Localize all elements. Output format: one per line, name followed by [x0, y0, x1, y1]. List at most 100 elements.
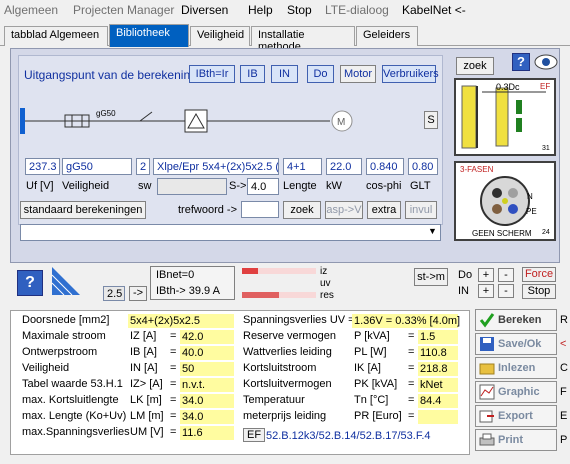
- image1-num: 31: [542, 145, 550, 152]
- bereken-key: R: [560, 314, 568, 326]
- save-key: <: [560, 338, 567, 350]
- verbruikers-button[interactable]: Verbruikers: [382, 65, 439, 83]
- export-button[interactable]: Export: [475, 405, 557, 427]
- sw-field[interactable]: 2: [136, 158, 150, 175]
- source-bar: [20, 108, 25, 134]
- eye-icon[interactable]: [534, 52, 558, 72]
- in-button[interactable]: IN: [271, 65, 298, 83]
- ib-button[interactable]: IB: [240, 65, 265, 83]
- ef-references: 52.B.12k3/52.B.14/52.B.17/53.F.4: [266, 430, 431, 442]
- result-unit: IZ [A]: [130, 330, 157, 342]
- result-value: 84.4: [418, 394, 458, 408]
- force-button[interactable]: Force: [522, 267, 556, 282]
- menu-algemeen[interactable]: Algemeen: [4, 3, 58, 17]
- result-value: n.v.t.: [180, 378, 234, 392]
- do-plus-button[interactable]: +: [478, 268, 494, 282]
- lengte-field[interactable]: 4+1: [283, 158, 322, 175]
- result-value: [418, 410, 458, 424]
- st-m-button[interactable]: st->m: [414, 268, 448, 286]
- inlezen-button[interactable]: Inlezen: [475, 357, 557, 379]
- result-label: Kortsluitvermogen: [243, 378, 332, 390]
- uv-bar: [242, 280, 316, 286]
- export-icon: [479, 408, 495, 424]
- in-plus-button[interactable]: +: [478, 284, 494, 298]
- result-unit: PL [W]: [354, 346, 387, 358]
- result-label: Doorsnede [mm2]: [22, 314, 110, 326]
- stop-button[interactable]: Stop: [522, 284, 556, 299]
- menu-kabelnet[interactable]: KabelNet <-: [402, 3, 466, 17]
- tab-algemeen[interactable]: tabblad Algemeen: [4, 26, 108, 46]
- chevron-down-icon[interactable]: ▼: [428, 226, 437, 236]
- tab-bibliotheek[interactable]: Bibliotheek: [109, 24, 189, 47]
- extra-button[interactable]: extra: [367, 201, 401, 219]
- menu-lte-dialoog[interactable]: LTE-dialoog: [325, 3, 389, 17]
- printer-icon: [479, 432, 495, 448]
- do-minus-button[interactable]: -: [498, 268, 514, 282]
- cosphi-field[interactable]: 0.840: [366, 158, 404, 175]
- equals-sign: =: [170, 330, 177, 342]
- print-key: P: [560, 434, 568, 446]
- result-unit: Tn [°C]: [354, 394, 389, 406]
- result-value: 50: [180, 362, 234, 376]
- image2-n: N: [527, 192, 533, 201]
- menu-help[interactable]: Help: [248, 3, 273, 17]
- result-unit: IN [A]: [130, 362, 158, 374]
- tab-veiligheid[interactable]: Veiligheid: [190, 26, 250, 46]
- tab-geleiders[interactable]: Geleiders: [356, 26, 418, 46]
- menu-diversen[interactable]: Diversen: [181, 3, 228, 17]
- uf-field[interactable]: 237.3: [25, 158, 60, 175]
- kw-field[interactable]: 22.0: [326, 158, 362, 175]
- legend-res: res: [320, 290, 334, 301]
- arrow-button[interactable]: ->: [129, 286, 147, 301]
- motor-button[interactable]: Motor: [340, 65, 376, 83]
- s-button[interactable]: S: [424, 111, 438, 129]
- result-label: meterprijs leiding: [243, 410, 327, 422]
- ibth-ir-button[interactable]: IBth=Ir: [189, 65, 235, 83]
- print-button[interactable]: Print: [475, 429, 557, 451]
- help-icon[interactable]: ?: [17, 270, 43, 296]
- menu-stop[interactable]: Stop: [287, 3, 312, 17]
- graphic-button[interactable]: Graphic: [475, 381, 557, 403]
- s-field[interactable]: 4.0: [247, 178, 279, 195]
- selection-dropdown[interactable]: [20, 224, 441, 241]
- result-unit: UM [V]: [130, 426, 164, 438]
- image2-num: 24: [542, 229, 550, 236]
- cable-field[interactable]: Xlpe/Epr 5x4+(2x)5x2.5 (: [153, 158, 279, 175]
- result-unit: PK [kVA]: [354, 378, 398, 390]
- result-label: max. Lengte (Ko+Uv): [22, 410, 127, 422]
- result-value: 42.0: [180, 330, 234, 344]
- image2-footer: GEEN SCHERM: [472, 229, 532, 238]
- help-icon[interactable]: ?: [512, 53, 530, 71]
- result-label: Wattverlies leiding: [243, 346, 332, 358]
- do-button[interactable]: Do: [307, 65, 334, 83]
- bereken-button[interactable]: Bereken: [475, 309, 557, 331]
- kw-caption: kW: [326, 180, 342, 192]
- zoek-button[interactable]: zoek: [283, 201, 321, 219]
- standaard-berekeningen-button[interactable]: standaard berekeningen: [20, 201, 146, 219]
- result-value: 5x4+(2x)5x2.5: [128, 314, 234, 328]
- s-caption: S->: [229, 180, 247, 192]
- result-unit: IZ> [A]: [130, 378, 163, 390]
- in-minus-button[interactable]: -: [498, 284, 514, 298]
- tab-strip: tabblad Algemeen Bibliotheek Veiligheid …: [0, 24, 570, 53]
- zoek-right-button[interactable]: zoek: [456, 57, 494, 75]
- asp-button[interactable]: asp->V: [325, 201, 363, 219]
- equals-sign: =: [170, 378, 177, 390]
- trefwoord-input[interactable]: [241, 201, 279, 218]
- iz-bar: [242, 268, 316, 274]
- graphic-key: F: [560, 386, 567, 398]
- equals-sign: =: [170, 394, 177, 406]
- result-label: Spanningsverlies UV =: [243, 314, 355, 326]
- result-value: kNet: [418, 378, 458, 392]
- start-label: Uitgangspunt van de berekening: [24, 68, 197, 82]
- result-label: Tabel waarde 53.H.1: [22, 378, 123, 390]
- menu-projecten-manager[interactable]: Projecten Manager: [73, 3, 174, 17]
- veiligheid-field[interactable]: gG50: [62, 158, 132, 175]
- glt-field[interactable]: 0.80: [408, 158, 438, 175]
- save-ok-button[interactable]: Save/Ok: [475, 333, 557, 355]
- schema-fuse-label: gG50: [96, 109, 116, 118]
- equals-sign: =: [408, 362, 415, 374]
- result-unit: IK [A]: [354, 362, 381, 374]
- invul-button[interactable]: invul: [405, 201, 437, 219]
- tab-installatie-methode[interactable]: Installatie methode: [251, 26, 355, 53]
